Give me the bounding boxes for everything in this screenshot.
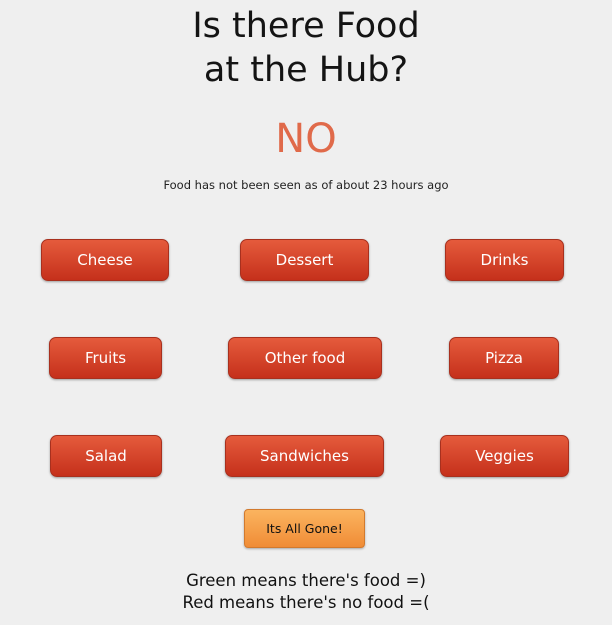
fruits-button[interactable]: Fruits: [49, 337, 162, 379]
color-legend: Green means there's food =) Red means th…: [0, 570, 612, 614]
title-line-2: at the Hub?: [203, 50, 409, 90]
pizza-button[interactable]: Pizza: [449, 337, 559, 379]
other-food-button[interactable]: Other food: [228, 337, 382, 379]
sandwiches-button[interactable]: Sandwiches: [225, 435, 384, 477]
legend-green-text: Green means there's food =): [186, 571, 426, 590]
page-title: Is there Food at the Hub?: [0, 4, 612, 92]
legend-red-text: Red means there's no food =(: [182, 593, 430, 612]
title-line-1: Is there Food: [192, 6, 420, 46]
salad-button[interactable]: Salad: [50, 435, 162, 477]
cheese-button[interactable]: Cheese: [41, 239, 169, 281]
its-all-gone-button[interactable]: Its All Gone!: [244, 509, 365, 548]
last-seen-status: Food has not been seen as of about 23 ho…: [163, 178, 449, 192]
food-answer: NO: [275, 116, 337, 162]
veggies-button[interactable]: Veggies: [440, 435, 569, 477]
drinks-button[interactable]: Drinks: [445, 239, 564, 281]
dessert-button[interactable]: Dessert: [240, 239, 369, 281]
